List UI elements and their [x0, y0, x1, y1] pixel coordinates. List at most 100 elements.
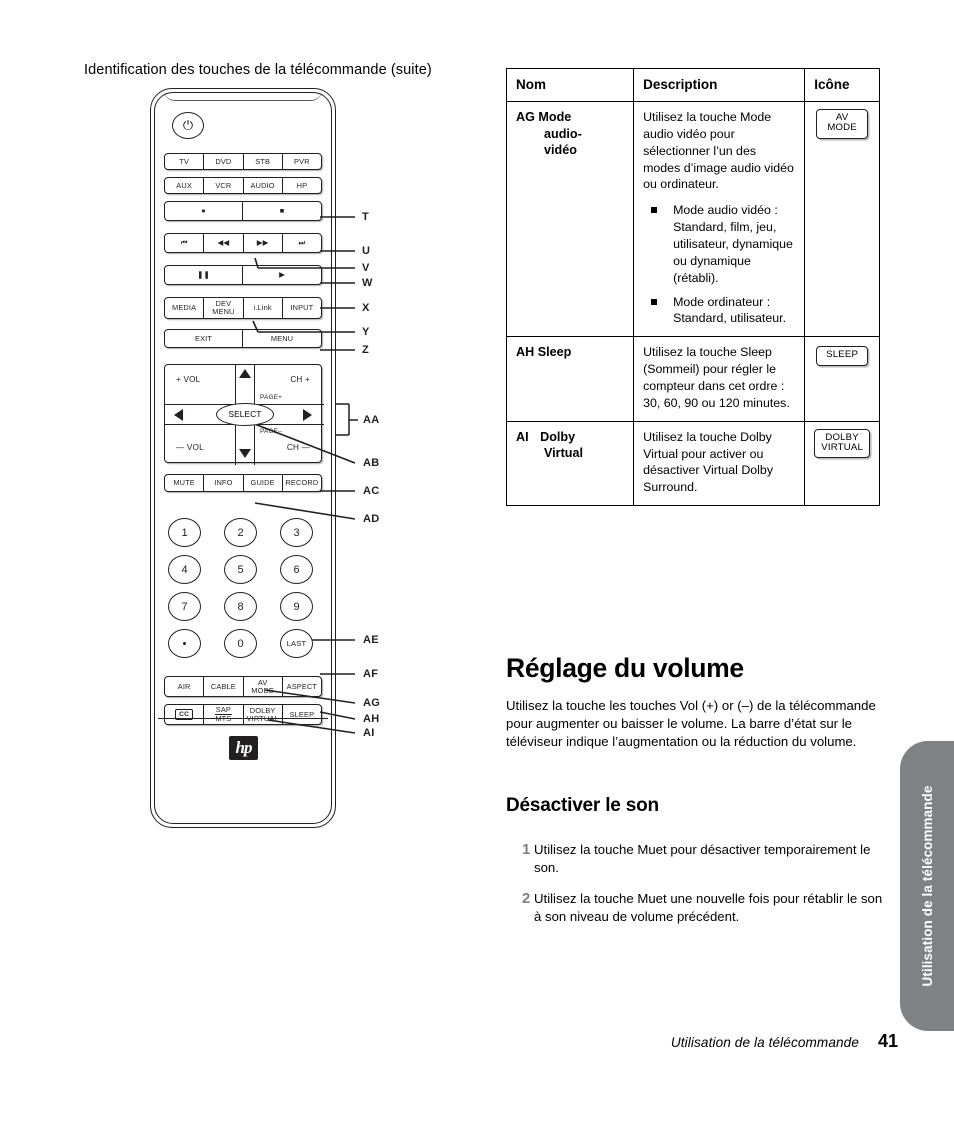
remote-key-tv[interactable]: TV [165, 154, 205, 169]
table-header-row: Nom Description Icône [505, 68, 880, 102]
dpad-up-arrow-icon[interactable] [239, 369, 251, 378]
callout-label-x: X [362, 302, 370, 314]
remote-key-guide[interactable]: GUIDE [244, 475, 283, 491]
remote-media-row[interactable]: MEDIA DEV MENU i.Link INPUT [164, 297, 322, 319]
remote-bottom-divider [158, 718, 328, 719]
row-name-line-2: Virtual [544, 446, 583, 461]
remote-label-vol-up: + VOL [176, 375, 201, 384]
remote-mute-info-row[interactable]: MUTE INFO GUIDE RECORD [164, 474, 322, 492]
remote-key-pause[interactable]: ❚❚ [165, 266, 243, 284]
footer-page-number: 41 [877, 1031, 898, 1051]
remote-key-1[interactable]: 1 [168, 518, 201, 547]
step-number-1: 1 [522, 841, 531, 858]
row-description-text-ah: Utilisez la touche Sleep (Sommeil) pour … [643, 345, 790, 410]
step-number-2: 2 [522, 890, 531, 907]
remote-key-info[interactable]: INFO [204, 475, 244, 491]
footer-chapter-title: Utilisation de la télécommande [670, 1035, 859, 1050]
remote-key-2[interactable]: 2 [224, 518, 257, 547]
remote-label-ch-down: CH — [286, 443, 310, 452]
step-text-1: Utilisez la touche Muet pour désactiver … [534, 842, 871, 876]
remote-key-select[interactable]: SELECT [216, 403, 274, 426]
page-caption: Identification des touches de la télécom… [84, 62, 432, 78]
table-header-icone: Icône [804, 68, 880, 102]
row-bullets-ag: Mode audio vidéo : Standard, film, jeu, … [643, 202, 795, 327]
remote-key-closed-caption[interactable]: CC [165, 705, 205, 724]
remote-key-mute[interactable]: MUTE [165, 475, 205, 491]
callout-label-ab: AB [363, 457, 380, 469]
section-heading-mute: Désactiver le son [506, 795, 659, 816]
step-item-2: 2 Utilisez la touche Muet une nouvelle f… [506, 890, 888, 926]
dpad-right-arrow-icon[interactable] [303, 409, 312, 421]
remote-key-cable[interactable]: CABLE [204, 677, 244, 696]
remote-key-aux[interactable]: AUX [165, 178, 205, 193]
row-description-text-ag: Utilisez la touche Mode audio vidéo pour… [643, 110, 794, 192]
remote-key-hp[interactable]: HP [283, 178, 321, 193]
dpad-left-arrow-icon[interactable] [174, 409, 183, 421]
remote-device-row-1[interactable]: TV DVD STB PVR [164, 153, 322, 170]
remote-key-exit[interactable]: EXIT [165, 330, 243, 347]
remote-key-rewind[interactable]: ◀◀ [204, 234, 244, 252]
remote-key-record-dot[interactable]: ● [165, 202, 243, 220]
dpad-down-arrow-icon[interactable] [239, 449, 251, 458]
row-description-ai: Utilisez la touche Dolby Virtual pour ac… [633, 420, 806, 507]
callout-label-t: T [362, 211, 370, 223]
callout-label-ah: AH [363, 713, 380, 725]
remote-key-8[interactable]: 8 [224, 592, 257, 621]
remote-cc-sleep-row[interactable]: CC SAP MTS DOLBY VIRTUAL SLEEP [164, 704, 322, 725]
remote-key-air[interactable]: AIR [165, 677, 205, 696]
remote-key-skip-forward[interactable]: ⏭ [283, 234, 321, 252]
callout-label-w: W [362, 277, 373, 289]
remote-key-stop[interactable]: ■ [243, 202, 321, 220]
remote-navigation-pad[interactable]: + VOL CH + — VOL CH — PAGE+ PAGE– SELECT [164, 364, 324, 465]
remote-key-dolby-virtual[interactable]: DOLBY VIRTUAL [244, 705, 283, 724]
remote-key-6[interactable]: 6 [280, 555, 313, 584]
remote-key-stb[interactable]: STB [244, 154, 283, 169]
remote-key-last[interactable]: LAST [280, 629, 313, 658]
remote-key-dvd[interactable]: DVD [204, 154, 244, 169]
remote-device-row-2[interactable]: AUX VCR AUDIO HP [164, 177, 322, 194]
callout-label-y: Y [362, 326, 370, 338]
remote-key-record[interactable]: RECORD [283, 475, 321, 491]
remote-key-7[interactable]: 7 [168, 592, 201, 621]
remote-key-ilink[interactable]: i.Link [244, 298, 283, 318]
remote-key-sap-mts[interactable]: SAP MTS [204, 705, 244, 724]
table-header-description: Description [633, 68, 806, 102]
remote-key-menu[interactable]: MENU [243, 330, 321, 347]
row-name-ai: AI Dolby Virtual [505, 420, 635, 507]
remote-record-stop-row[interactable]: ● ■ [164, 201, 322, 221]
chapter-side-tab: Utilisation de la télécommande [900, 741, 954, 1031]
remote-key-5[interactable]: 5 [224, 555, 257, 584]
remote-air-cable-row[interactable]: AIR CABLE AV MODE ASPECT [164, 676, 322, 697]
remote-key-media[interactable]: MEDIA [165, 298, 205, 318]
callout-label-ad: AD [363, 513, 380, 525]
remote-key-dot[interactable] [168, 629, 201, 658]
remote-key-0[interactable]: 0 [224, 629, 257, 658]
remote-keys-table: Nom Description Icône AG Mode audio- vid… [505, 68, 880, 507]
callout-label-aa: AA [363, 414, 380, 426]
remote-exit-menu-row[interactable]: EXIT MENU [164, 329, 322, 348]
remote-key-play[interactable]: ▶ [243, 266, 321, 284]
row-tag-ai: AI [516, 429, 529, 444]
remote-key-pvr[interactable]: PVR [283, 154, 321, 169]
remote-key-fast-forward[interactable]: ▶▶ [244, 234, 283, 252]
remote-control-illustration: ⏻ TV DVD STB PVR AUX VCR AUDIO HP ● ■ ⏮ … [150, 88, 336, 828]
remote-transport-row[interactable]: ⏮ ◀◀ ▶▶ ⏭ [164, 233, 322, 253]
remote-key-skip-back[interactable]: ⏮ [165, 234, 205, 252]
remote-key-sleep[interactable]: SLEEP [283, 705, 321, 724]
remote-key-av-mode[interactable]: AV MODE [244, 677, 283, 696]
remote-key-dev-menu[interactable]: DEV MENU [204, 298, 244, 318]
row-icon-cell-ag: AV MODE [804, 100, 880, 338]
remote-pause-play-row[interactable]: ❚❚ ▶ [164, 265, 322, 285]
remote-key-input[interactable]: INPUT [283, 298, 321, 318]
remote-key-vcr[interactable]: VCR [204, 178, 244, 193]
remote-key-9[interactable]: 9 [280, 592, 313, 621]
remote-key-3[interactable]: 3 [280, 518, 313, 547]
remote-key-4[interactable]: 4 [168, 555, 201, 584]
remote-key-audio[interactable]: AUDIO [244, 178, 283, 193]
remote-label-page-up: PAGE+ [260, 394, 283, 401]
remote-numeric-keypad[interactable]: 1 2 3 4 5 6 7 8 9 0 LAST [168, 518, 320, 666]
remote-key-aspect[interactable]: ASPECT [283, 677, 321, 696]
power-button[interactable]: ⏻ [172, 112, 204, 139]
remote-top-curve [164, 90, 322, 101]
row-description-ah: Utilisez la touche Sleep (Sommeil) pour … [633, 336, 806, 422]
